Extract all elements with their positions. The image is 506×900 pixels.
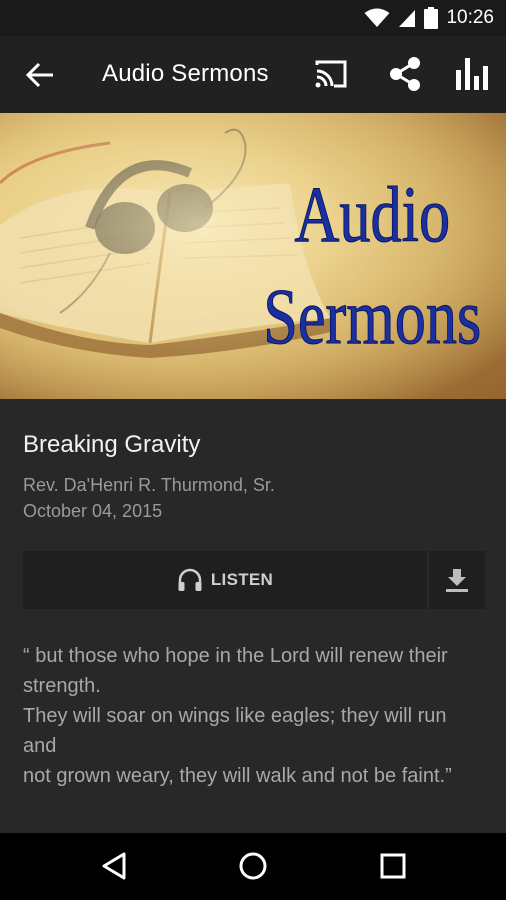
listen-button[interactable]: LISTEN	[23, 551, 427, 609]
recents-square-icon[interactable]	[377, 850, 409, 882]
share-icon[interactable]	[388, 56, 422, 92]
listen-label: LISTEN	[210, 570, 274, 589]
hero-title-line1: Audio	[294, 171, 450, 259]
headphones-icon	[178, 568, 202, 591]
status-icons	[364, 7, 438, 29]
hero-banner: Audio Sermons	[0, 113, 506, 399]
home-circle-icon[interactable]	[237, 850, 269, 882]
status-bar: 10:26	[0, 0, 506, 36]
action-row: LISTEN	[23, 551, 485, 609]
sermon-details: Breaking Gravity Rev. Da'Henri R. Thurmo…	[0, 399, 506, 833]
quote-line-1: “ but those who hope in the Lord will re…	[23, 645, 448, 697]
headphones-bible-illustration: Audio Sermons	[0, 113, 506, 399]
bar-chart-icon[interactable]	[455, 58, 489, 90]
sermon-speaker: Rev. Da'Henri R. Thurmond, Sr.	[23, 475, 275, 495]
sermon-date: October 04, 2015	[23, 501, 163, 521]
sermon-quote: “ but those who hope in the Lord will re…	[23, 641, 483, 791]
back-arrow-icon[interactable]	[26, 62, 54, 88]
download-button[interactable]	[429, 551, 485, 609]
sermon-title: Breaking Gravity	[23, 431, 201, 458]
back-triangle-icon[interactable]	[98, 850, 130, 882]
hero-title-line2: Sermons	[263, 273, 481, 361]
wifi-icon	[364, 8, 390, 27]
download-icon	[446, 569, 468, 592]
cast-icon[interactable]	[314, 59, 348, 89]
quote-line-3: not grown weary, they will walk and not …	[23, 765, 452, 787]
page-title: Audio Sermons	[102, 60, 269, 87]
status-time: 10:26	[446, 7, 494, 28]
battery-icon	[424, 7, 438, 29]
quote-line-2: They will soar on wings like eagles; the…	[23, 705, 447, 757]
app-bar: Audio Sermons	[0, 36, 506, 113]
signal-icon	[399, 10, 415, 27]
system-nav-bar	[0, 833, 506, 900]
